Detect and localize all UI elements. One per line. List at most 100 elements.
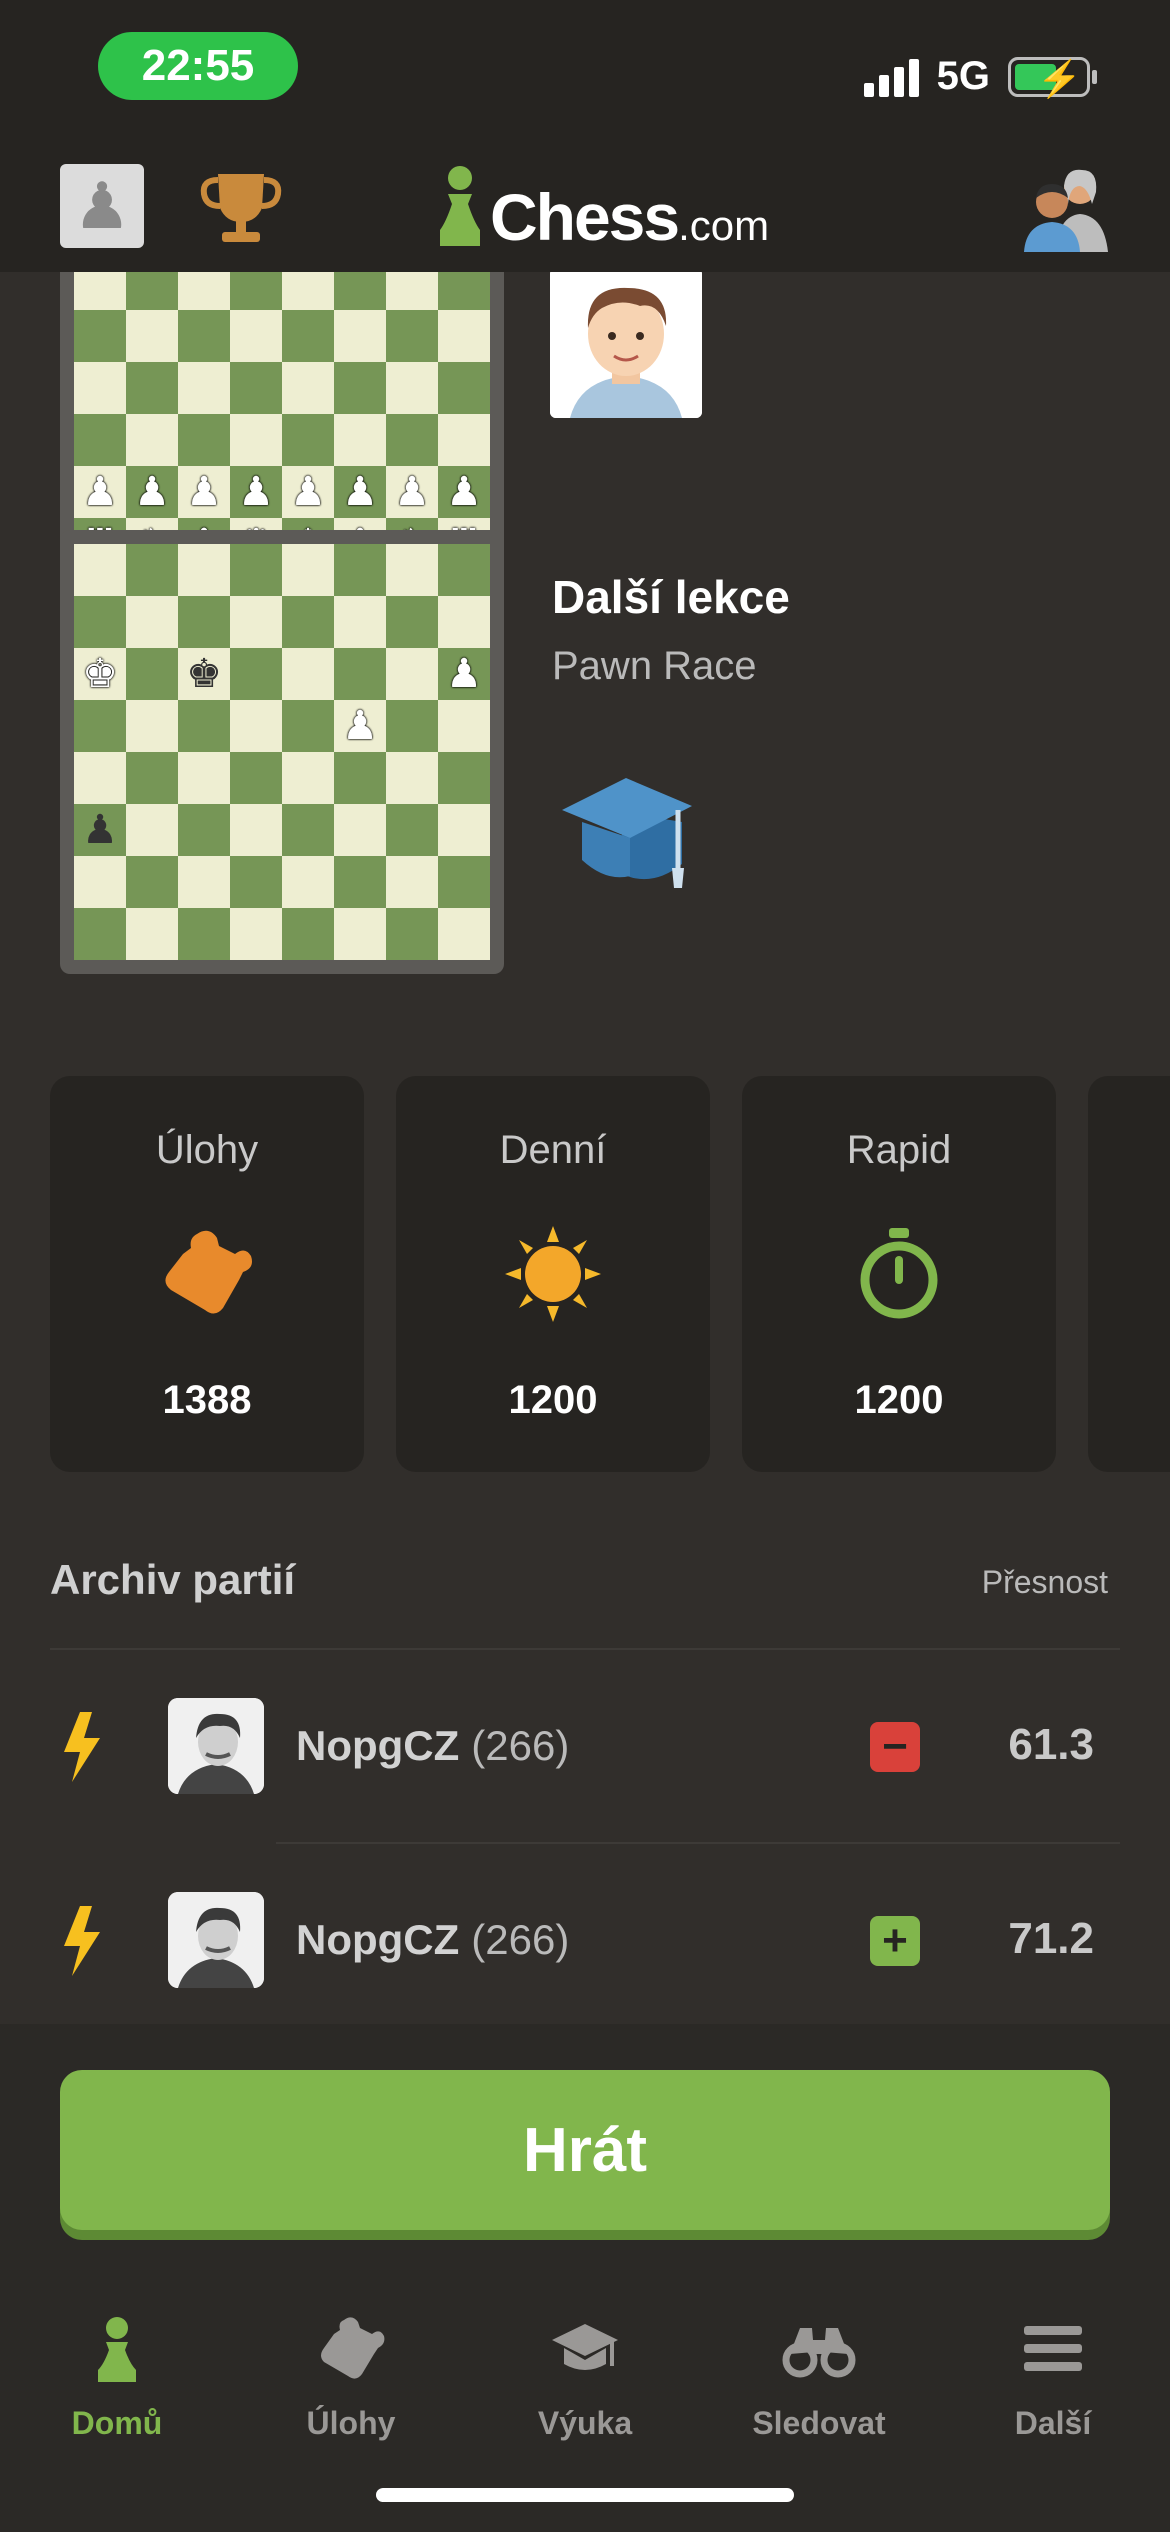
opponent-name: NopgCZ [296,1916,460,1963]
logo-text: Chess.com [490,180,770,254]
board-square [386,596,438,648]
puzzle-icon [165,1230,252,1314]
rating-card-value: 1200 [508,1378,598,1422]
nav-puzzles[interactable]: Úlohy [234,2312,468,2442]
signal-icon [863,57,919,97]
board-square: ♟ [334,700,386,752]
board-square [334,856,386,908]
board-square [438,856,490,908]
board-square [438,310,490,362]
board-square [230,362,282,414]
pawn-icon [98,2317,136,2382]
opponent-rating: (266) [471,1916,570,1963]
board-square [334,804,386,856]
home-indicator[interactable] [376,2488,794,2502]
sun-icon [505,1226,601,1322]
board-square [386,362,438,414]
board-square [74,596,126,648]
board-square [126,752,178,804]
opponent-name-line: NopgCZ (266) [296,1722,569,1770]
top-bar: 22:55 5G ⚡ ♟ Chess.com [0,0,1170,272]
menu-icon [1024,2326,1082,2371]
board-square [282,856,334,908]
board-square [230,544,282,596]
archive-accuracy-header: Přesnost [981,1564,1108,1600]
logo-pawn-icon [440,166,480,246]
board-square [282,752,334,804]
board-square [126,804,178,856]
board-square [230,648,282,700]
archive-title: Archiv partií [50,1556,296,1603]
blitz-icon [64,1712,100,1782]
loss-badge-icon: − [870,1722,920,1772]
board-square [230,908,282,960]
board-square [126,908,178,960]
trophy-icon[interactable] [196,168,286,248]
board-square [126,544,178,596]
rating-card-label: Rapid [846,1128,952,1172]
board-square [178,362,230,414]
board-square [386,908,438,960]
board-square [282,908,334,960]
board-square [178,414,230,466]
board-square [334,362,386,414]
opponent-name: NopgCZ [296,1722,460,1769]
profile-pawn-icon[interactable]: ♟ [60,164,144,248]
board-square [74,752,126,804]
nav-home[interactable]: Domů [0,2312,234,2442]
board-square [74,856,126,908]
board-square [438,908,490,960]
rating-cards: Úlohy 1388 Denní 1200 Rapid 1200 [50,1076,1170,1476]
rating-card-puzzles[interactable]: Úlohy 1388 [50,1076,364,1472]
game-accuracy: 61.3 [1008,1720,1094,1769]
play-button[interactable]: Hrát [60,2070,1110,2230]
binoculars-icon [782,2328,856,2378]
friends-icon[interactable] [1018,164,1114,252]
win-badge-icon: + [870,1916,920,1966]
board-square [282,700,334,752]
game-row[interactable]: NopgCZ (266) − 61.3 [0,1650,1170,1842]
nav-learn[interactable]: Výuka [468,2312,702,2442]
game-row[interactable]: NopgCZ (266) + 71.2 [0,1844,1170,2036]
coach-avatar-icon [550,268,702,418]
rating-card-label: Denní [499,1128,607,1172]
rating-card-more[interactable] [1088,1076,1170,1472]
board-square [386,544,438,596]
board-square [178,596,230,648]
stopwatch-icon [860,1228,938,1319]
rating-card-rapid[interactable]: Rapid 1200 [742,1076,1056,1472]
board-square [230,414,282,466]
nav-more[interactable]: Další [936,2312,1170,2442]
board-square [438,804,490,856]
board-square [438,362,490,414]
nav-watch[interactable]: Sledovat [702,2312,936,2442]
lesson-title[interactable]: Další lekce [552,570,790,624]
board-square [386,700,438,752]
nav-label: Další [1014,2405,1092,2441]
board-square: ♚ [178,648,230,700]
board-square [334,752,386,804]
board-square [230,596,282,648]
graduation-cap-icon [552,2324,618,2370]
board-square [282,596,334,648]
nav-label: Úlohy [306,2405,396,2441]
rating-card-value: 1388 [162,1378,252,1422]
board-square: ♟ [438,466,490,518]
board-square [178,856,230,908]
opponent-rating: (266) [471,1722,570,1769]
lesson-board-preview[interactable]: ♚ ♚ ♟ ♟ ♟ [60,530,504,974]
board-square [282,648,334,700]
coach-avatar[interactable] [550,268,702,418]
opponent-avatar [168,1892,264,1988]
board-square [178,752,230,804]
board-square [386,310,438,362]
board-square [438,700,490,752]
rating-card-daily[interactable]: Denní 1200 [396,1076,710,1472]
graduation-cap-icon [562,778,692,888]
board-square [74,362,126,414]
board-square: ♟ [74,466,126,518]
board-square [334,310,386,362]
board-square [178,804,230,856]
board-square [334,648,386,700]
chess-com-logo: Chess.com [430,160,769,250]
